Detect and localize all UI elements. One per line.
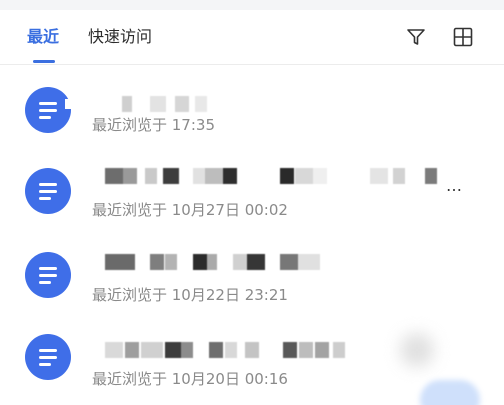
document-icon [25, 334, 71, 380]
tab-quick-access[interactable]: 快速访问 [88, 26, 152, 48]
grid-view-icon[interactable] [452, 26, 474, 48]
last-viewed-time: 最近浏览于 17:35 [92, 116, 215, 134]
more-options-icon[interactable]: … [446, 176, 463, 195]
redacted-title [105, 342, 375, 358]
document-icon [25, 168, 71, 214]
list-item[interactable]: 最近浏览于 10月22日 23:21 [0, 240, 504, 320]
redacted-blob [400, 333, 434, 367]
last-viewed-time: 最近浏览于 10月20日 00:16 [92, 370, 288, 388]
redacted-title [105, 168, 445, 184]
redacted-title [105, 254, 335, 270]
document-icon [25, 87, 75, 133]
tab-bar: 最近 快速访问 [0, 10, 504, 64]
filter-icon[interactable] [405, 26, 427, 48]
list-item[interactable]: … 最近浏览于 10月27日 00:02 [0, 158, 504, 238]
floating-action-button[interactable] [420, 380, 480, 405]
document-icon [25, 252, 71, 298]
top-strip [0, 0, 504, 10]
last-viewed-time: 最近浏览于 10月27日 00:02 [92, 201, 288, 219]
last-viewed-time: 最近浏览于 10月22日 23:21 [92, 286, 288, 304]
redacted-title [105, 96, 215, 112]
list-item[interactable]: 最近浏览于 17:35 [0, 78, 504, 158]
recent-files-screen: 最近 快速访问 最近浏览于 17:35 … 最近浏览于 10月27日 00:02… [0, 0, 504, 405]
tab-divider [0, 64, 504, 65]
tab-recent[interactable]: 最近 [27, 26, 59, 48]
active-tab-indicator [33, 60, 55, 63]
